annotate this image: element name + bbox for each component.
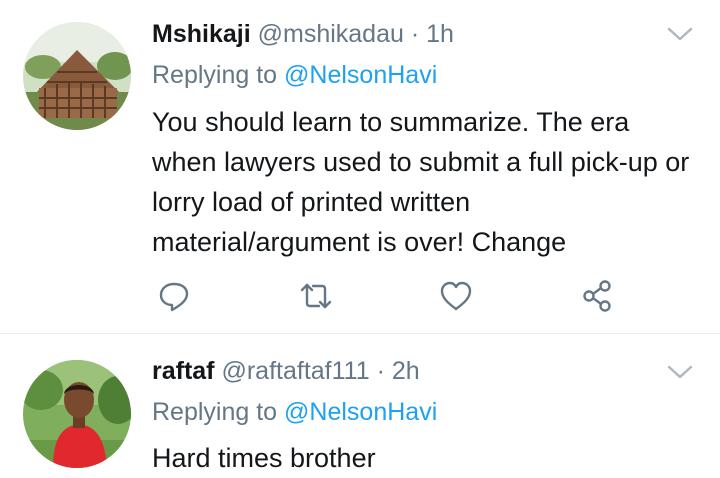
mention-link[interactable]: @NelsonHavi [284,398,437,426]
separator: · [410,20,420,48]
replying-label: Replying to [152,61,278,89]
replying-to: Replying to @NelsonHavi [152,397,437,427]
timestamp[interactable]: 2h [392,357,420,385]
timestamp[interactable]: 1h [426,20,454,48]
avatar-image [23,22,131,130]
replying-label: Replying to [152,398,278,426]
mention-link[interactable]: @NelsonHavi [284,61,437,89]
separator: · [376,357,385,385]
tweet[interactable]: raftaf @raftaftaf111 · 2h Replying to @N… [0,334,720,473]
display-name[interactable]: raftaf [152,357,215,385]
replying-to: Replying to @NelsonHavi [152,60,437,90]
chevron-down-icon[interactable] [666,362,694,382]
avatar[interactable] [23,360,131,468]
user-handle[interactable]: @mshikadau [258,20,404,48]
tweet-header: Mshikaji @mshikadau · 1h [152,19,454,49]
avatar[interactable] [23,22,131,130]
retweet-icon[interactable] [299,279,333,313]
tweet-text: Hard times brother [152,443,376,473]
tweet-text: You should learn to summarize. The era w… [152,107,690,257]
chevron-down-icon[interactable] [666,24,694,44]
share-icon[interactable] [580,279,614,313]
tweet-header: raftaf @raftaftaf111 · 2h [152,356,420,386]
user-handle[interactable]: @raftaftaf111 [221,357,369,385]
like-icon[interactable] [439,279,473,313]
reply-icon[interactable] [157,279,191,313]
tweet[interactable]: Mshikaji @mshikadau · 1h Replying to @Ne… [0,0,720,334]
avatar-image [23,360,131,468]
display-name[interactable]: Mshikaji [152,20,251,48]
